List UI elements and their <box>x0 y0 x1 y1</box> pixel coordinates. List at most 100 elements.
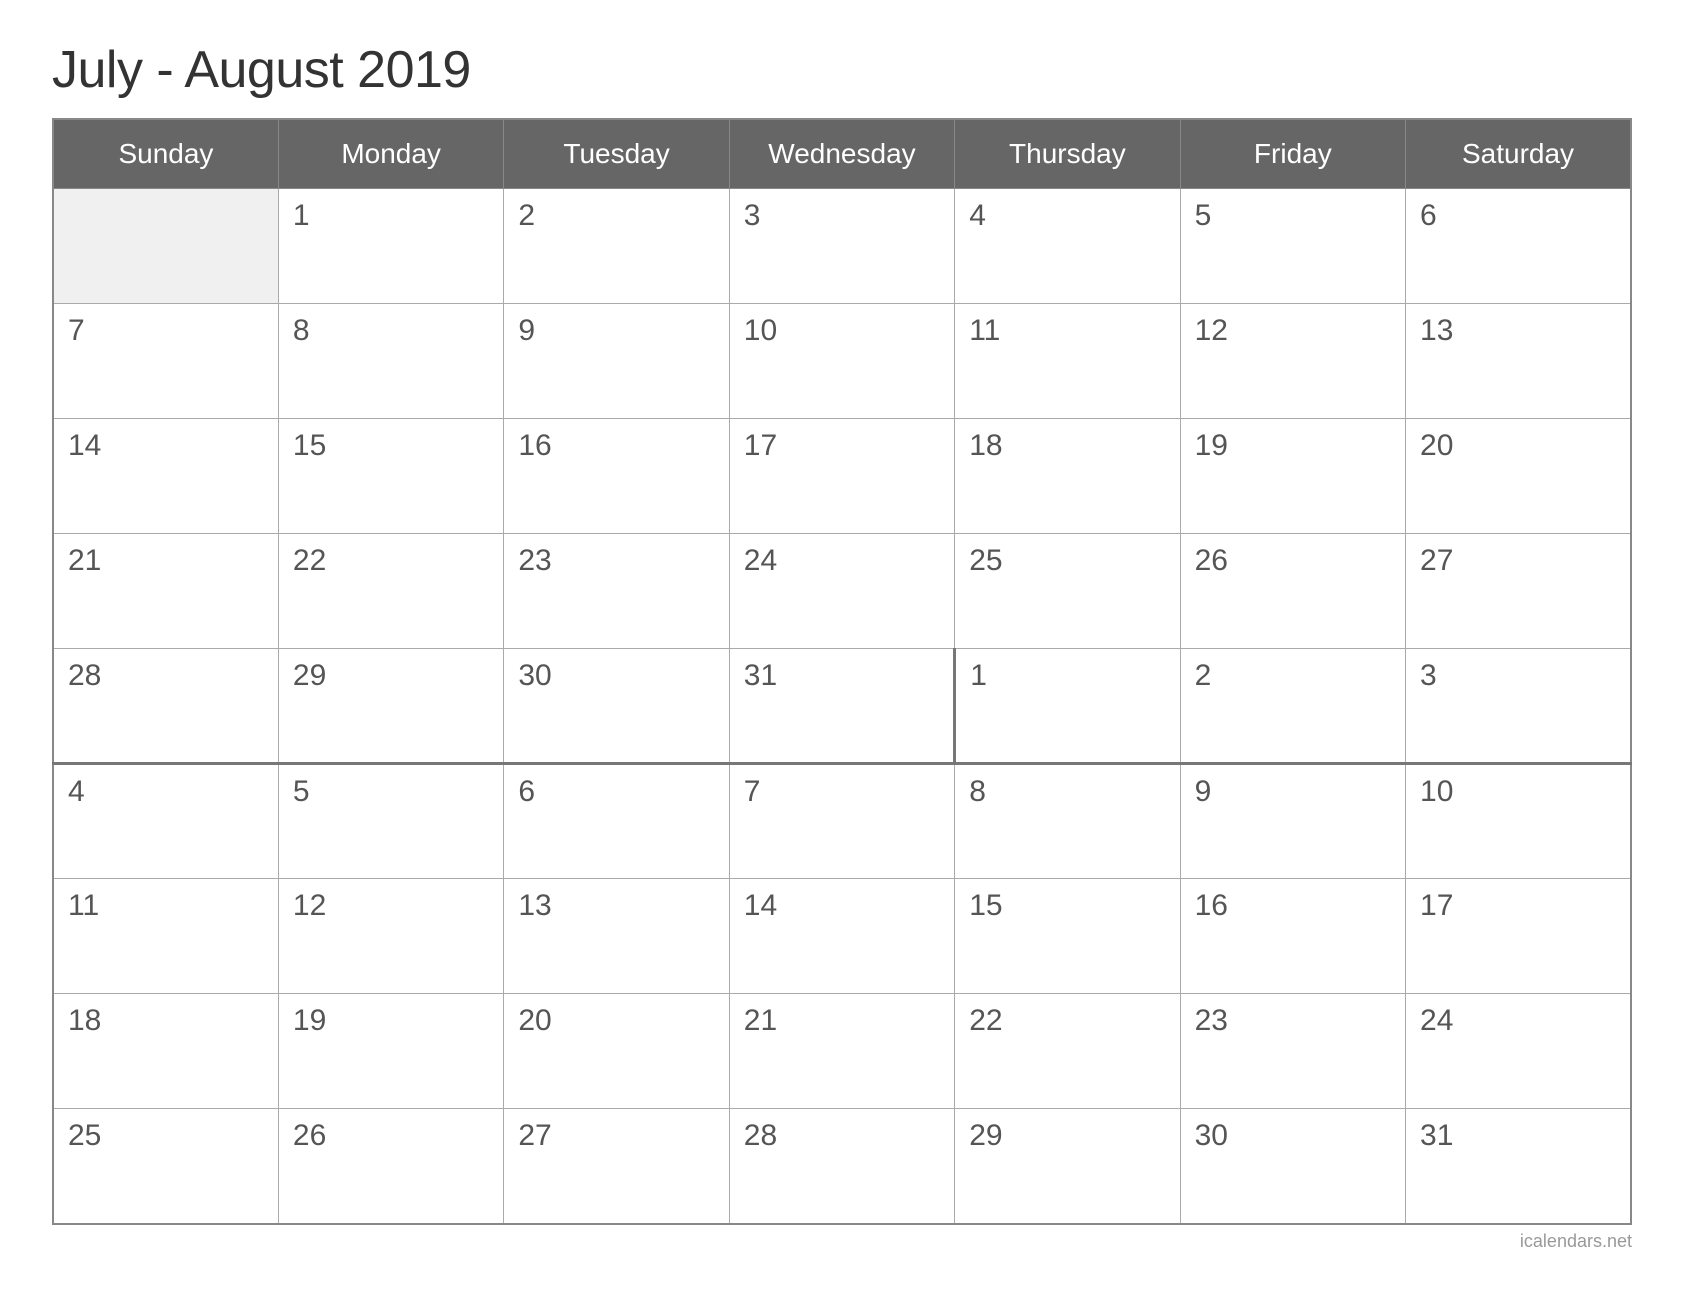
calendar-cell: 20 <box>504 994 729 1109</box>
calendar-cell: 27 <box>1406 534 1631 649</box>
day-header-friday: Friday <box>1180 119 1405 189</box>
day-number: 1 <box>970 659 987 692</box>
day-number: 11 <box>969 314 1000 347</box>
calendar-week-row: 21 22 23 24 25 26 27 <box>53 534 1631 649</box>
day-number: 19 <box>1195 429 1228 462</box>
day-header-monday: Monday <box>278 119 503 189</box>
day-number: 5 <box>1195 199 1212 232</box>
day-number: 27 <box>1420 544 1453 577</box>
calendar-cell: 21 <box>729 994 954 1109</box>
calendar-cell: 17 <box>729 419 954 534</box>
day-number: 24 <box>744 544 777 577</box>
calendar-week-row: 78910111213 <box>53 304 1631 419</box>
calendar-cell: 7 <box>53 304 278 419</box>
day-number: 30 <box>1195 1119 1228 1152</box>
calendar-cell: 6 <box>1406 189 1631 304</box>
calendar-cell: 30 <box>1180 1109 1405 1224</box>
day-number: 23 <box>518 544 551 577</box>
day-number: 2 <box>1195 659 1212 692</box>
day-number: 8 <box>293 314 310 347</box>
day-number: 25 <box>969 544 1002 577</box>
day-number: 16 <box>1195 889 1228 922</box>
day-number: 10 <box>1420 775 1453 808</box>
day-number: 18 <box>969 429 1002 462</box>
calendar-cell: 6 <box>504 764 729 879</box>
day-header-thursday: Thursday <box>955 119 1180 189</box>
day-number: 30 <box>518 659 551 692</box>
calendar-cell: 18 <box>53 994 278 1109</box>
calendar-cell: 13 <box>1406 304 1631 419</box>
calendar-cell: 28 <box>729 1109 954 1224</box>
calendar-cell: 25 <box>955 534 1180 649</box>
day-header-tuesday: Tuesday <box>504 119 729 189</box>
calendar-cell: 16 <box>1180 879 1405 994</box>
calendar-cell: 19 <box>1180 419 1405 534</box>
day-number: 3 <box>1420 659 1437 692</box>
calendar-week-row: 45678910 <box>53 764 1631 879</box>
calendar-cell: 12 <box>278 879 503 994</box>
day-number: 2 <box>518 199 535 232</box>
calendar-cell: 26 <box>1180 534 1405 649</box>
day-number: 20 <box>1420 429 1453 462</box>
day-number: 28 <box>744 1119 777 1152</box>
watermark: icalendars.net <box>52 1231 1632 1252</box>
calendar-cell: 31 <box>1406 1109 1631 1224</box>
calendar-cell: 10 <box>729 304 954 419</box>
day-number: 29 <box>293 659 326 692</box>
day-number: 31 <box>1420 1119 1453 1152</box>
day-number: 8 <box>969 775 986 808</box>
calendar-week-row: 14151617181920 <box>53 419 1631 534</box>
day-number: 26 <box>1195 544 1228 577</box>
calendar-cell: 11 <box>53 879 278 994</box>
calendar-cell: 24 <box>729 534 954 649</box>
calendar-cell: 10 <box>1406 764 1631 879</box>
day-number: 13 <box>518 889 551 922</box>
calendar-cell: 24 <box>1406 994 1631 1109</box>
calendar-cell <box>53 189 278 304</box>
calendar-title: July - August 2019 <box>52 40 1632 100</box>
calendar-cell: 9 <box>504 304 729 419</box>
day-number: 14 <box>68 429 101 462</box>
day-number: 7 <box>744 775 761 808</box>
day-header-sunday: Sunday <box>53 119 278 189</box>
calendar-cell: 2 <box>1180 649 1405 764</box>
calendar-cell: 1 <box>955 649 1180 764</box>
calendar-cell: 18 <box>955 419 1180 534</box>
day-number: 17 <box>1420 889 1453 922</box>
calendar-cell: 20 <box>1406 419 1631 534</box>
calendar-cell: 29 <box>955 1109 1180 1224</box>
calendar-cell: 27 <box>504 1109 729 1224</box>
day-number: 23 <box>1195 1004 1228 1037</box>
day-number: 26 <box>293 1119 326 1152</box>
calendar-cell: 3 <box>1406 649 1631 764</box>
calendar-cell: 23 <box>504 534 729 649</box>
calendar-cell: 17 <box>1406 879 1631 994</box>
day-number: 20 <box>518 1004 551 1037</box>
calendar-cell: 14 <box>53 419 278 534</box>
day-number: 22 <box>969 1004 1002 1037</box>
calendar-cell: 28 <box>53 649 278 764</box>
calendar-week-row: 25 26 27 28 29 30 31 <box>53 1109 1631 1224</box>
day-number: 17 <box>744 429 777 462</box>
day-number: 28 <box>68 659 101 692</box>
day-number: 19 <box>293 1004 326 1037</box>
day-number: 22 <box>293 544 326 577</box>
calendar-cell: 31 <box>729 649 954 764</box>
calendar-cell: 5 <box>1180 189 1405 304</box>
day-number: 6 <box>1420 199 1437 232</box>
calendar-cell: 4 <box>955 189 1180 304</box>
day-number: 6 <box>518 775 535 808</box>
day-header-saturday: Saturday <box>1406 119 1631 189</box>
calendar-cell: 22 <box>278 534 503 649</box>
day-number: 13 <box>1420 314 1453 347</box>
calendar-header-row: SundayMondayTuesdayWednesdayThursdayFrid… <box>53 119 1631 189</box>
day-number: 25 <box>68 1119 101 1152</box>
calendar-cell: 3 <box>729 189 954 304</box>
day-number: 10 <box>744 314 777 347</box>
day-number: 4 <box>68 775 85 808</box>
day-number: 15 <box>969 889 1002 922</box>
calendar-cell: 21 <box>53 534 278 649</box>
calendar-week-row: 123456 <box>53 189 1631 304</box>
day-number: 21 <box>68 544 101 577</box>
calendar-cell: 7 <box>729 764 954 879</box>
